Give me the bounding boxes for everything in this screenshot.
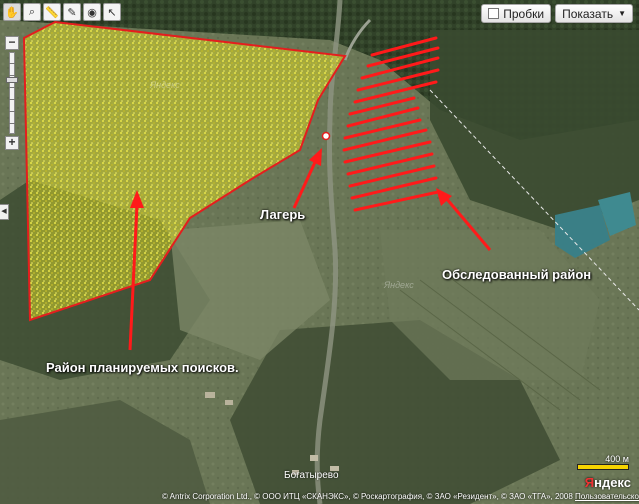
camp-marker: [321, 131, 331, 141]
zoom-control: − +: [5, 36, 19, 150]
user-agreement-link[interactable]: Пользовательское соглашение: [575, 492, 639, 501]
checkbox-icon[interactable]: [488, 8, 500, 19]
satellite-map[interactable]: Яндекс Яндекс Район планируемых поисков.…: [0, 0, 639, 504]
chevron-down-icon: ▼: [618, 9, 626, 18]
scale-bar: 400 м: [577, 454, 629, 470]
traffic-label: Пробки: [503, 6, 545, 21]
camp-label: Лагерь: [260, 207, 306, 222]
pointer-icon[interactable]: ↖: [103, 3, 121, 21]
map-imagery: [0, 0, 639, 504]
panel-toggle-tab[interactable]: ◀: [0, 204, 9, 220]
map-watermark: Яндекс: [384, 280, 414, 290]
scale-label: 400 м: [605, 454, 629, 464]
layers-icon[interactable]: ◉: [83, 3, 101, 21]
zoom-slider[interactable]: [6, 52, 18, 134]
zoom-slider-thumb[interactable]: [6, 77, 18, 83]
edit-icon[interactable]: ✎: [63, 3, 81, 21]
magnifier-icon[interactable]: ⌕: [23, 3, 41, 21]
hand-icon[interactable]: ✋: [3, 3, 21, 21]
zoom-out-button[interactable]: +: [5, 136, 19, 150]
ruler-icon[interactable]: 📏: [43, 3, 61, 21]
zoom-in-button[interactable]: −: [5, 36, 19, 50]
map-toolbar: ✋ ⌕ 📏 ✎ ◉ ↖: [3, 3, 121, 21]
search-area-label: Район планируемых поисков.: [46, 360, 239, 375]
map-watermark: Яндекс: [150, 80, 180, 90]
scale-line: [577, 464, 629, 470]
show-layers-dropdown[interactable]: Показать ▼: [555, 4, 633, 23]
copyright-notice: © Antrix Corporation Ltd., © ООО ИТЦ «СК…: [162, 492, 639, 501]
surveyed-area-label: Обследованный район: [442, 267, 592, 282]
village-name: Богатырево: [284, 470, 339, 481]
show-label: Показать: [562, 6, 614, 21]
traffic-toggle-button[interactable]: Пробки: [481, 4, 552, 23]
yandex-logo: Яндекс: [584, 475, 631, 490]
